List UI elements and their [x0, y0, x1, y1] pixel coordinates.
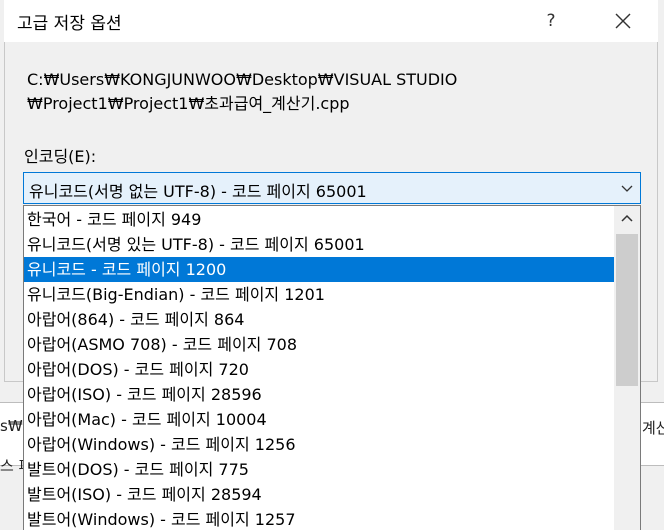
scrollbar-thumb[interactable] — [616, 234, 638, 386]
dialog-title: 고급 저장 옵션 — [17, 14, 122, 34]
background-text-fragment: 계산 — [642, 419, 664, 437]
background-text-fragment: s₩ — [0, 417, 23, 435]
chevron-down-icon — [621, 185, 633, 192]
encoding-option[interactable]: 발트어(Windows) - 코드 페이지 1257 — [24, 507, 614, 530]
close-icon — [615, 13, 631, 29]
encoding-option[interactable]: 유니코드(Big-Endian) - 코드 페이지 1201 — [24, 282, 614, 307]
encoding-option[interactable]: 아랍어(ASMO 708) - 코드 페이지 708 — [24, 332, 614, 357]
file-path-line: C:₩Users₩KONGJUNWOO₩Desktop₩VISUAL STUDI… — [27, 70, 458, 89]
close-button[interactable] — [608, 6, 638, 36]
help-button[interactable]: ? — [536, 6, 566, 36]
encoding-option[interactable]: 한국어 - 코드 페이지 949 — [24, 207, 614, 232]
encoding-option[interactable]: 유니코드 - 코드 페이지 1200 — [24, 257, 614, 282]
encoding-option[interactable]: 아랍어(DOS) - 코드 페이지 720 — [24, 357, 614, 382]
dialog-titlebar: 고급 저장 옵션 ? — [4, 0, 658, 42]
encoding-option[interactable]: 유니코드(서명 있는 UTF-8) - 코드 페이지 65001 — [24, 232, 614, 257]
encoding-option[interactable]: 아랍어(Mac) - 코드 페이지 10004 — [24, 407, 614, 432]
encoding-dropdown-list[interactable]: 한국어 - 코드 페이지 949 유니코드(서명 있는 UTF-8) - 코드 페… — [23, 205, 641, 530]
file-path: C:₩Users₩KONGJUNWOO₩Desktop₩VISUAL STUDI… — [27, 68, 457, 116]
chevron-up-icon — [621, 214, 633, 222]
encoding-option[interactable]: 아랍어(864) - 코드 페이지 864 — [24, 307, 614, 332]
encoding-option[interactable]: 아랍어(Windows) - 코드 페이지 1256 — [24, 432, 614, 457]
encoding-option[interactable]: 발트어(DOS) - 코드 페이지 775 — [24, 457, 614, 482]
encoding-option[interactable]: 발트어(ISO) - 코드 페이지 28594 — [24, 482, 614, 507]
encoding-label: 인코딩(E): — [24, 147, 97, 166]
dropdown-scrollbar[interactable] — [614, 206, 640, 530]
encoding-option[interactable]: 아랍어(ISO) - 코드 페이지 28596 — [24, 382, 614, 407]
file-path-line: ₩Project1₩Project1₩초과급여_계산기.cpp — [27, 94, 350, 113]
encoding-selected-value: 유니코드(서명 없는 UTF-8) - 코드 페이지 65001 — [29, 182, 367, 201]
scroll-up-button[interactable] — [614, 206, 640, 232]
encoding-combobox[interactable]: 유니코드(서명 없는 UTF-8) - 코드 페이지 65001 — [23, 172, 641, 204]
